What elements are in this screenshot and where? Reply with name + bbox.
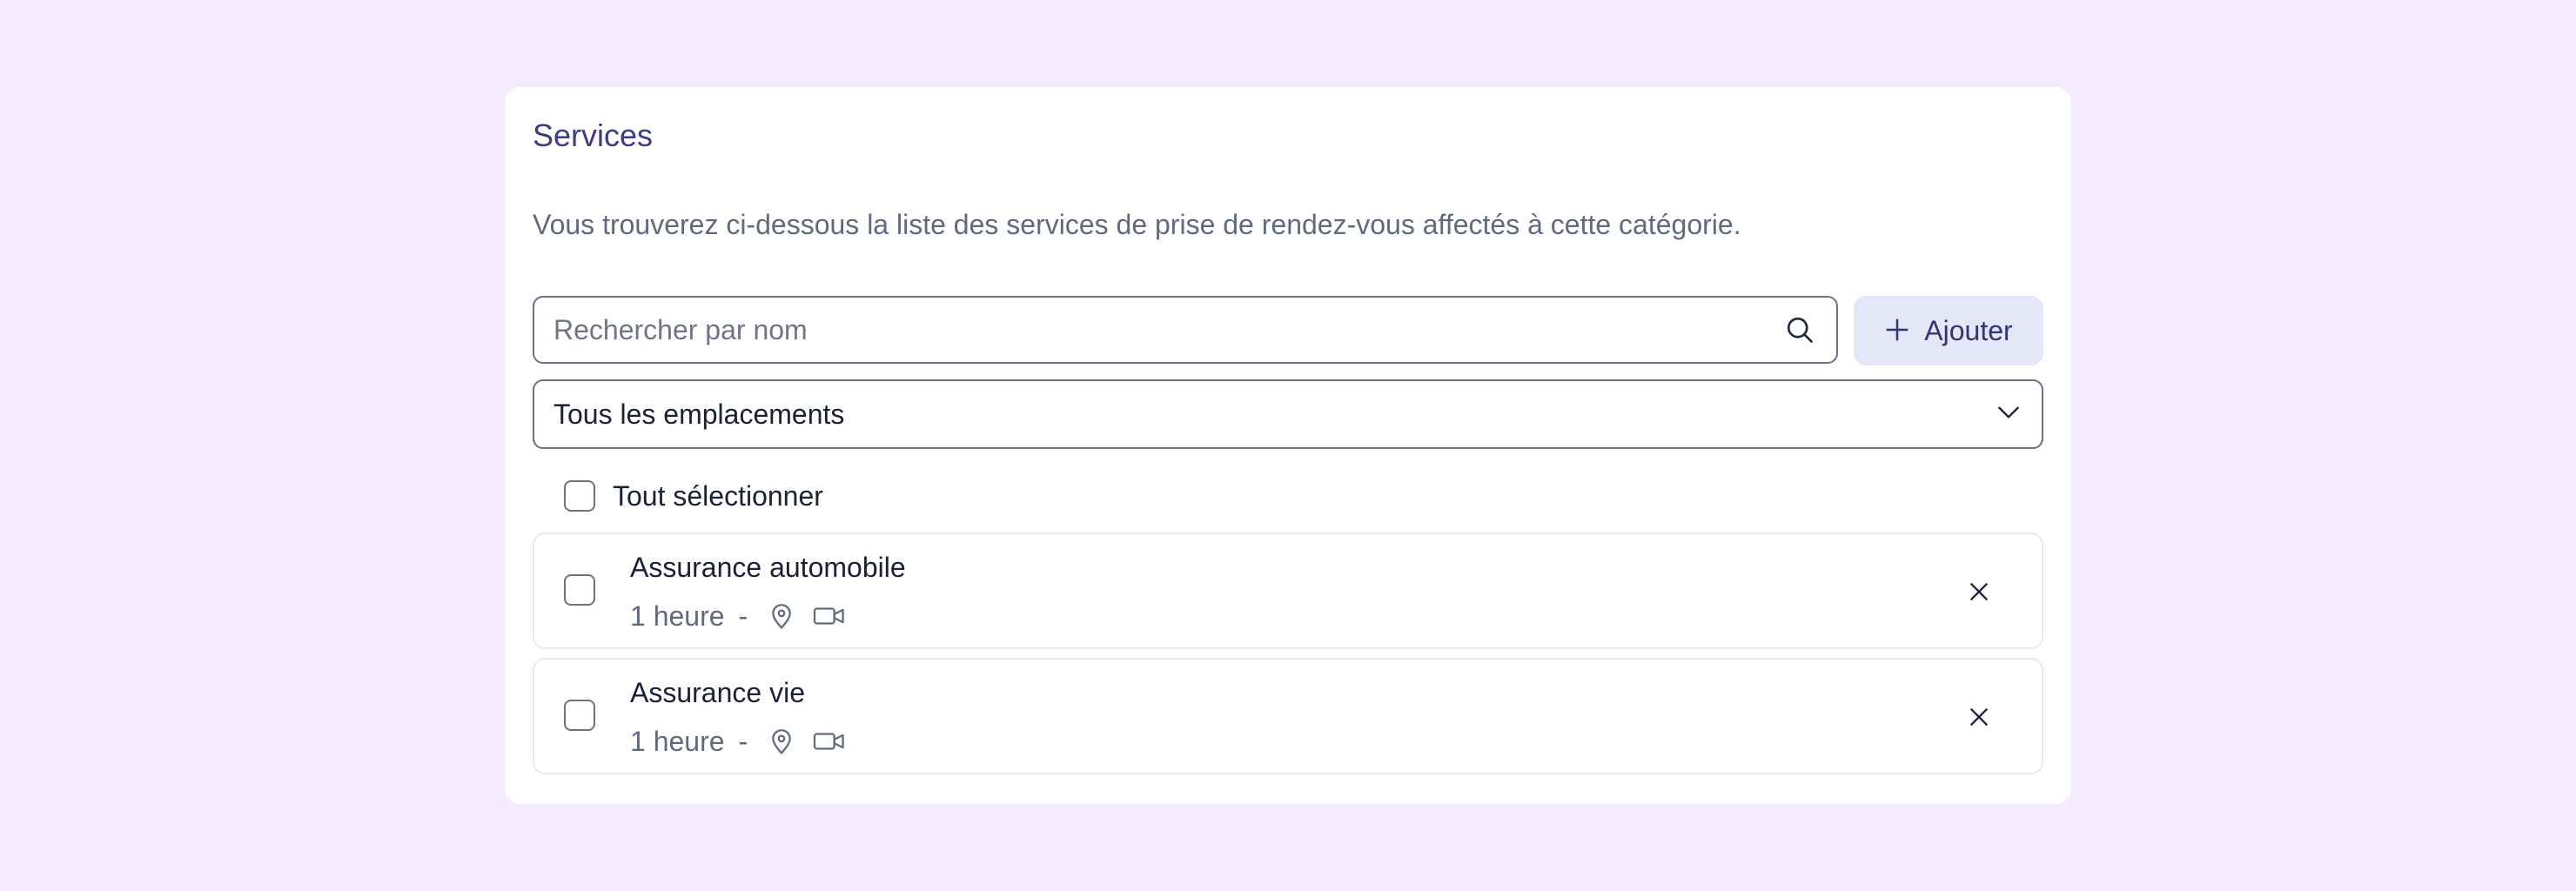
location-select-value: Tous les emplacements bbox=[553, 398, 845, 430]
service-meta: 1 heure - bbox=[630, 722, 847, 760]
service-item: Assurance automobile 1 heure - bbox=[533, 533, 2043, 649]
service-meta: 1 heure - bbox=[630, 597, 847, 635]
search-icon[interactable] bbox=[1782, 312, 1817, 347]
services-card: Services Vous trouverez ci-dessous la li… bbox=[505, 87, 2071, 804]
map-pin-icon bbox=[767, 601, 796, 631]
remove-service-button[interactable] bbox=[1960, 698, 1998, 736]
service-separator: - bbox=[738, 725, 748, 757]
service-checkbox[interactable] bbox=[564, 574, 595, 606]
video-camera-icon bbox=[812, 727, 847, 756]
select-all-checkbox[interactable] bbox=[564, 480, 595, 512]
plus-icon bbox=[1884, 317, 1910, 345]
service-name: Assurance automobile bbox=[630, 552, 906, 583]
add-button-label: Ajouter bbox=[1924, 314, 2013, 346]
search-input[interactable] bbox=[534, 298, 1782, 362]
video-camera-icon bbox=[812, 601, 847, 631]
section-description: Vous trouverez ci-dessous la liste des s… bbox=[533, 209, 1741, 240]
service-duration: 1 heure bbox=[630, 600, 725, 632]
service-separator: - bbox=[738, 600, 748, 632]
section-title: Services bbox=[533, 117, 654, 153]
map-pin-icon bbox=[767, 727, 796, 756]
select-all-label: Tout sélectionner bbox=[613, 479, 823, 512]
remove-service-button[interactable] bbox=[1960, 573, 1998, 611]
service-checkbox[interactable] bbox=[564, 700, 595, 731]
service-duration: 1 heure bbox=[630, 725, 725, 757]
service-item: Assurance vie 1 heure - bbox=[533, 658, 2043, 774]
select-all-row[interactable]: Tout sélectionner bbox=[564, 477, 823, 515]
service-name: Assurance vie bbox=[630, 677, 805, 708]
location-select[interactable]: Tous les emplacements bbox=[533, 379, 2043, 449]
chevron-down-icon bbox=[1995, 399, 2023, 431]
search-box bbox=[533, 296, 1838, 364]
add-button[interactable]: Ajouter bbox=[1854, 296, 2043, 365]
